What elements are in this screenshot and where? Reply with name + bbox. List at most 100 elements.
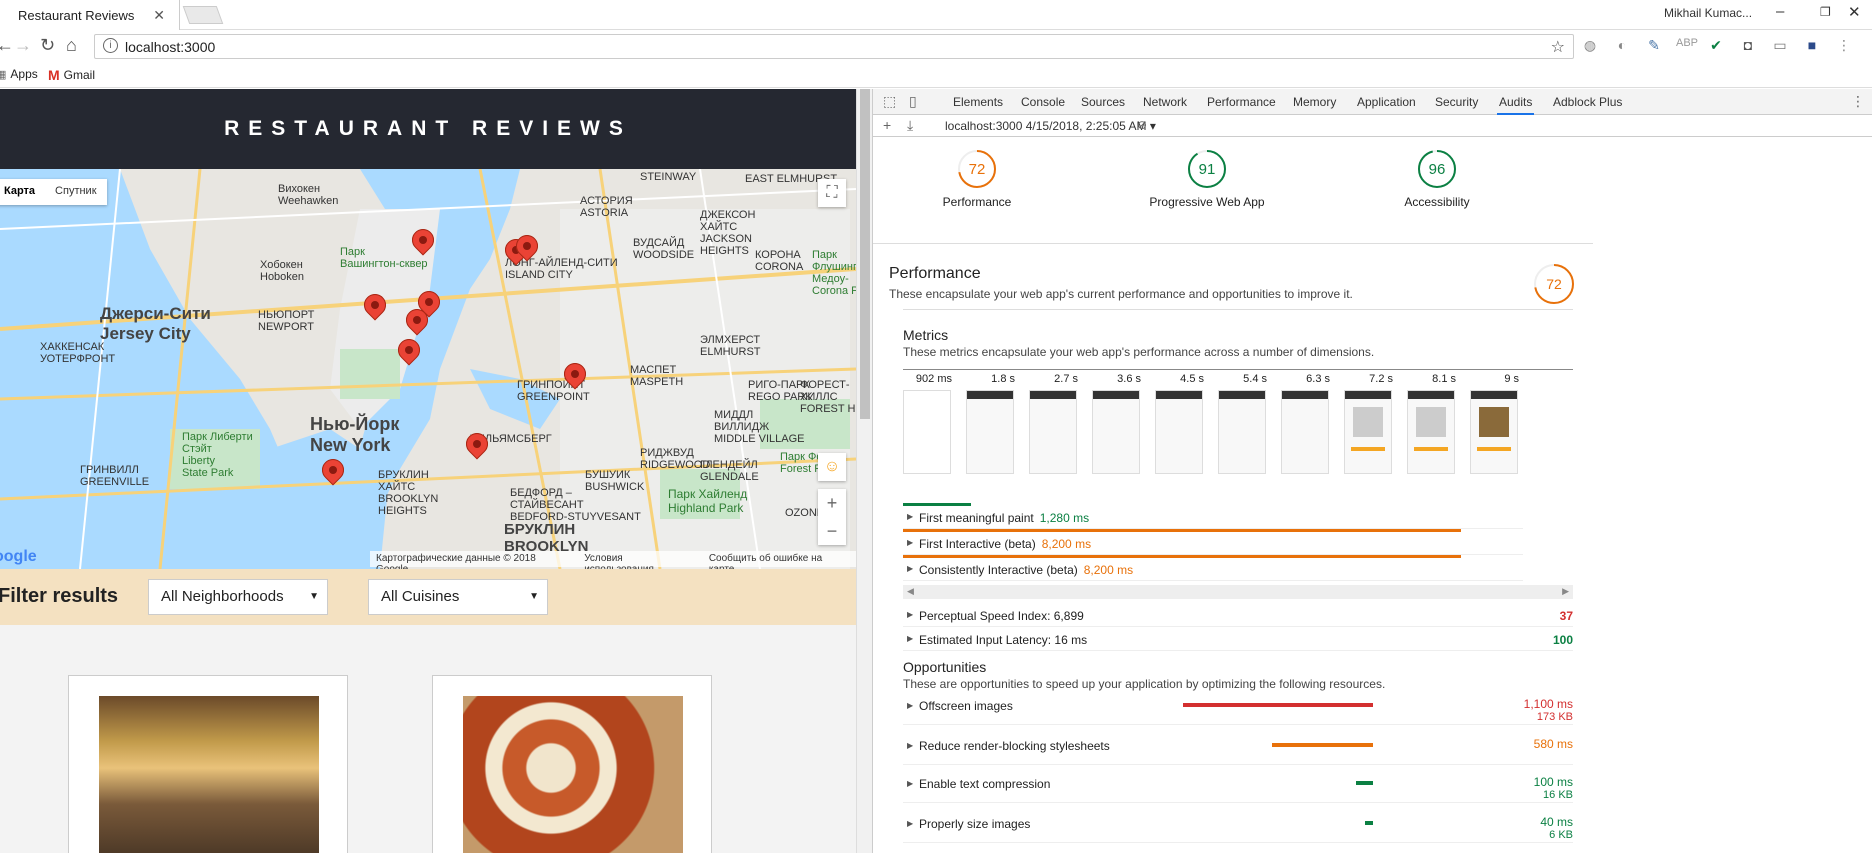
pocket-icon[interactable]: ◘ — [1738, 37, 1758, 55]
reload-icon[interactable]: ↻ — [40, 35, 55, 56]
filmstrip-frame[interactable]: 902 ms — [903, 370, 956, 490]
metric-first-meaningful-paint[interactable]: ▶ First meaningful paint 1,280 ms — [903, 507, 1523, 529]
map-terms-link[interactable]: Условия использования — [584, 553, 695, 569]
back-icon[interactable]: ← — [0, 35, 14, 56]
device-toolbar-icon[interactable]: ▯ — [909, 93, 917, 110]
zoom-in-button[interactable]: + — [818, 489, 846, 517]
map[interactable]: Вихокен Weehawken Хобокен Hoboken Джерси-С… — [0, 169, 856, 569]
tab-adblock-plus[interactable]: Adblock Plus — [1553, 95, 1622, 109]
restaurant-card[interactable] — [432, 675, 712, 853]
bookmark-gmail[interactable]: M Gmail — [48, 67, 95, 83]
tab-security[interactable]: Security — [1435, 95, 1478, 109]
opportunity-bar — [1183, 703, 1373, 707]
metric-perceptual-speed-index[interactable]: ▶ Perceptual Speed Index: 6,899 37 — [903, 605, 1573, 627]
expand-icon[interactable]: ▶ — [907, 564, 913, 573]
map-type-satellite[interactable]: Спутник — [45, 179, 106, 205]
tab-sources[interactable]: Sources — [1081, 95, 1125, 109]
report-label: localhost:3000 4/15/2018, 2:25:05 AM — [945, 119, 1147, 133]
fullscreen-icon[interactable]: ⛶ — [818, 179, 846, 207]
metric-consistently-interactive[interactable]: ▶ Consistently Interactive (beta) 8,200 m… — [903, 559, 1523, 581]
expand-icon[interactable]: ▶ — [907, 741, 913, 750]
frame-thumbnail — [1092, 390, 1140, 474]
cuisines-select[interactable]: All Cuisines ▼ — [368, 579, 548, 615]
close-tab-icon[interactable]: ✕ — [153, 7, 165, 24]
devtools-menu-icon[interactable]: ⋮ — [1851, 93, 1865, 110]
filmstrip-frame[interactable]: 9 s — [1470, 370, 1523, 490]
gauge-label: Performance — [942, 195, 1012, 209]
timeline-scrollbar[interactable]: ◀ ▶ — [903, 585, 1573, 599]
new-audit-icon[interactable]: + — [883, 117, 891, 133]
neighborhoods-select[interactable]: All Neighborhoods ▼ — [148, 579, 328, 615]
tab-memory[interactable]: Memory — [1293, 95, 1336, 109]
frame-time: 6.3 s — [1306, 373, 1330, 385]
extension-square-icon[interactable]: ■ — [1802, 37, 1822, 55]
scroll-right-icon[interactable]: ▶ — [1562, 586, 1569, 597]
expand-icon[interactable]: ▶ — [907, 634, 913, 643]
opportunity-text-compression[interactable]: ▶ Enable text compression 100 ms 16 KB — [903, 771, 1573, 803]
restore-icon[interactable]: ❐ — [1820, 5, 1831, 19]
expand-icon[interactable]: ▶ — [907, 819, 913, 828]
download-icon[interactable]: ⤓ — [907, 117, 913, 134]
expand-icon[interactable]: ▶ — [907, 538, 913, 547]
info-icon[interactable]: i — [103, 38, 118, 53]
zoom-out-button[interactable]: − — [818, 517, 846, 545]
url-text[interactable]: localhost:3000 — [125, 39, 215, 55]
bookmark-star-icon[interactable]: ☆ — [1551, 37, 1565, 57]
scroll-left-icon[interactable]: ◀ — [907, 586, 914, 597]
browser-tab[interactable]: Restaurant Reviews ✕ — [0, 0, 180, 30]
expand-icon[interactable]: ▶ — [907, 701, 913, 710]
pegman-icon[interactable]: ☺ — [818, 453, 846, 481]
scrollbar-thumb[interactable] — [860, 89, 870, 419]
tab-console[interactable]: Console — [1021, 95, 1065, 109]
expand-icon[interactable]: ▶ — [907, 512, 913, 521]
tab-performance[interactable]: Performance — [1207, 95, 1276, 109]
filmstrip-frame[interactable]: 3.6 s — [1092, 370, 1145, 490]
map-type-map[interactable]: Карта — [0, 179, 45, 205]
site-title: RESTAURANT REVIEWS — [224, 117, 632, 140]
extension-globe-icon[interactable]: ◍ — [1580, 37, 1600, 55]
filmstrip-frame[interactable]: 8.1 s — [1407, 370, 1460, 490]
inspect-icon[interactable]: ⬚ — [883, 93, 896, 110]
expand-icon[interactable]: ▶ — [907, 779, 913, 788]
gauge-performance[interactable]: 72 Performance — [877, 149, 1077, 209]
extension-moon-icon[interactable]: ◐ — [1612, 37, 1632, 55]
map-label-brooklyn: БРУКЛИН BROOKLYN — [504, 521, 589, 555]
adblock-icon[interactable]: ABP — [1676, 37, 1698, 55]
opportunity-offscreen-images[interactable]: ▶ Offscreen images 1,100 ms 173 KB — [903, 693, 1573, 725]
filmstrip-frame[interactable]: 7.2 s — [1344, 370, 1397, 490]
home-icon[interactable]: ⌂ — [66, 35, 77, 56]
gauge-accessibility[interactable]: 96 Accessibility — [1337, 149, 1537, 209]
bookmark-apps[interactable]: ▦ Apps — [0, 67, 38, 81]
metric-estimated-input-latency[interactable]: ▶ Estimated Input Latency: 16 ms 100 — [903, 629, 1573, 651]
tab-network[interactable]: Network — [1143, 95, 1187, 109]
tab-audits[interactable]: Audits — [1496, 95, 1535, 115]
tab-application[interactable]: Application — [1357, 95, 1416, 109]
filmstrip-frame[interactable]: 1.8 s — [966, 370, 1019, 490]
minimize-icon[interactable]: – — [1776, 3, 1784, 20]
report-selector[interactable]: localhost:3000 4/15/2018, 2:25:05 AM ▾ — [945, 119, 1156, 133]
window-close-icon[interactable]: ✕ — [1848, 3, 1861, 21]
map-report-link[interactable]: Сообщить об ошибке на карте — [709, 553, 850, 569]
opportunity-render-blocking[interactable]: ▶ Reduce render-blocking stylesheets 580… — [903, 733, 1573, 765]
address-bar[interactable]: i localhost:3000 ☆ — [94, 34, 1574, 59]
filmstrip-frame[interactable]: 4.5 s — [1155, 370, 1208, 490]
clear-icon[interactable]: ⊘ — [1137, 118, 1147, 132]
metric-first-interactive[interactable]: ▶ First Interactive (beta) 8,200 ms — [903, 533, 1523, 555]
opportunity-value: 1,100 ms — [1523, 697, 1573, 711]
restaurant-card[interactable] — [68, 675, 348, 853]
extension-eyedropper-icon[interactable]: ✎ — [1644, 37, 1664, 55]
new-tab-button[interactable] — [182, 6, 224, 24]
profile-name[interactable]: Mikhail Kumac... — [1664, 6, 1752, 20]
tab-elements[interactable]: Elements — [953, 95, 1003, 109]
filmstrip-frame[interactable]: 6.3 s — [1281, 370, 1334, 490]
gauge-pwa[interactable]: 91 Progressive Web App — [1107, 149, 1307, 209]
menu-more-icon[interactable]: ⋮ — [1834, 37, 1854, 55]
page-scrollbar[interactable] — [856, 89, 872, 853]
extension-screen-icon[interactable]: ▭ — [1770, 37, 1790, 55]
forward-icon[interactable]: → — [14, 35, 32, 56]
extension-check-icon[interactable]: ✔ — [1706, 37, 1726, 55]
filmstrip-frame[interactable]: 5.4 s — [1218, 370, 1271, 490]
opportunity-properly-size-images[interactable]: ▶ Properly size images 40 ms 6 KB — [903, 811, 1573, 843]
expand-icon[interactable]: ▶ — [907, 610, 913, 619]
filmstrip-frame[interactable]: 2.7 s — [1029, 370, 1082, 490]
